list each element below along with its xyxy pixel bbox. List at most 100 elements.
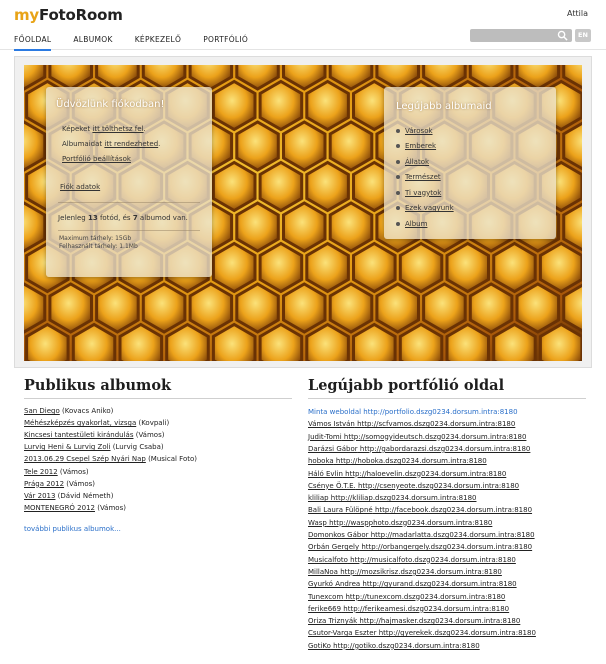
public-album-link[interactable]: San Diego [24, 407, 60, 415]
portfolio-name-link[interactable]: Darázsi Gábor [308, 445, 358, 453]
bullet-icon [396, 175, 400, 180]
more-public-albums-link[interactable]: további publikus albumok... [24, 525, 121, 533]
portfolio-url-link[interactable]: http://orbangergely.dszg0234.dorsum.intr… [359, 543, 532, 551]
album-item[interactable]: Ezek vagyunk [396, 201, 454, 217]
organize-link[interactable]: itt rendezheted [104, 140, 158, 148]
portfolio-url-link[interactable]: http://kliliap.dszg0234.dorsum.intra:818… [329, 494, 477, 502]
upload-link[interactable]: itt tölthetsz fel [92, 125, 143, 133]
portfolio-name-link[interactable]: ferike669 [308, 605, 341, 613]
honeycomb-cell [282, 120, 327, 172]
album-link[interactable]: Album [405, 220, 427, 228]
album-link[interactable]: Állatok [405, 158, 429, 166]
username[interactable]: Attila [567, 9, 588, 18]
portfolio-name-link[interactable]: Oriza Triznyák [308, 617, 357, 625]
portfolio-name-link[interactable]: hoboka [308, 457, 334, 465]
portfolio-name-link[interactable]: GotiKo [308, 642, 331, 650]
nav-home[interactable]: FŐOLDAL [14, 35, 52, 51]
account-link[interactable]: Fiók adatok [60, 183, 100, 191]
latest-albums-panel: Legújabb albumaid Városok Emberek Állato… [384, 87, 556, 239]
album-item[interactable]: Emberek [396, 139, 454, 155]
portfolio-url-link[interactable]: http://scfvamos.dszg0234.dorsum.intra:81… [355, 420, 515, 428]
portfolio-name-link[interactable]: Tunexcom [308, 593, 343, 601]
honeycomb-cell [24, 120, 47, 172]
portfolio-name-link[interactable]: kliliap [308, 494, 329, 502]
portfolio-url-link[interactable]: http://somogyideutsch.dszg0234.dorsum.in… [342, 433, 527, 441]
portfolio-name-link[interactable]: Orbán Gergely [308, 543, 359, 551]
portfolio-name-link[interactable]: Vámos István [308, 420, 355, 428]
public-album-link[interactable]: Vár 2013 [24, 492, 55, 500]
album-link[interactable]: Emberek [405, 142, 436, 150]
portfolio-row: Judit-Tomi http://somogyideutsch.dszg023… [308, 431, 526, 444]
portfolio-name-link[interactable]: Domonkos Gábor [308, 531, 369, 539]
portfolio-name-link[interactable]: Gyurkó Andrea [308, 580, 360, 588]
album-item[interactable]: Városok [396, 123, 454, 139]
portfolio-url-link[interactable]: http://haloevelin.dszg0234.dorsum.intra:… [343, 470, 506, 478]
album-item[interactable]: Album [396, 216, 454, 232]
portfolio-url-link[interactable]: http://hoboka.dszg0234.dorsum.intra:8180 [334, 457, 487, 465]
portfolio-url-link[interactable]: http://ferikeamesi.dszg0234.dorsum.intra… [341, 605, 509, 613]
honeycomb-cell [118, 322, 164, 361]
public-album-link[interactable]: Méhészképzés gyakorlat, vizsga [24, 419, 136, 427]
honeycomb-cell [398, 241, 444, 294]
portfolio-url-link[interactable]: http://hajmasker.dszg0234.dorsum.intra:8… [357, 617, 520, 625]
public-album-link[interactable]: 2013.06.29 Csepel Szép Nyári Nap [24, 455, 146, 463]
album-link[interactable]: Ti vagytok [405, 189, 441, 197]
honeycomb-cell [258, 241, 304, 294]
portfolio-url-link[interactable]: http://tunexcom.dszg0234.dorsum.intra:81… [343, 593, 505, 601]
public-albums-title: Publikus albumok [24, 377, 172, 394]
max-storage: Maximum tárhely: 15Gb [59, 235, 132, 242]
portfolio-url-link[interactable]: http://madarlatta.dszg0234.dorsum.intra:… [369, 531, 535, 539]
portfolio-name-link[interactable]: Csutor-Varga Eszter [308, 629, 376, 637]
public-album-link[interactable]: Lurvig Heni & Lurvig Zoli [24, 443, 111, 451]
portfolio-settings-link[interactable]: Portfólió beállítások [62, 155, 131, 163]
portfolio-url-link[interactable]: http://gabordarazsi.dszg0234.dorsum.intr… [358, 445, 531, 453]
portfolio-name-link[interactable]: Csénye Ö.T.E. [308, 482, 356, 490]
public-album-link[interactable]: Kincsesi tantestületi kirándulás [24, 431, 133, 439]
album-item[interactable]: Ti vagytok [396, 185, 454, 201]
public-album-owner: (Kovpali) [136, 419, 170, 428]
top-header: myFotoRoom Attila FŐOLDAL ALBUMOK KÉPKEZ… [0, 0, 606, 51]
portfolio-settings-line: Portfólió beállítások [62, 155, 131, 163]
honeycomb-cell [445, 322, 490, 361]
section-divider [24, 398, 292, 399]
nav-image-manager[interactable]: KÉPKEZELŐ [135, 35, 182, 51]
search-input[interactable] [470, 29, 572, 42]
honeycomb-cell [282, 282, 327, 334]
latest-albums-list: Városok Emberek Állatok Természet Ti vag… [396, 123, 454, 232]
portfolio-url-link[interactable]: http://facebook.dszg0234.dorsum.intra:81… [373, 506, 532, 514]
portfolio-name-link[interactable]: Musicalfoto [308, 556, 348, 564]
album-item[interactable]: Állatok [396, 154, 454, 170]
portfolio-url-link[interactable]: http://gyurand.dszg0234.dorsum.intra:818… [360, 580, 516, 588]
bullet-icon [396, 190, 400, 195]
portfolio-name-link[interactable]: Judit-Tomi [308, 433, 342, 441]
album-item[interactable]: Természet [396, 170, 454, 186]
portfolio-url-link[interactable]: http://portfolio.dszg0234.dorsum.intra:8… [361, 408, 517, 416]
portfolio-name-link[interactable]: Háló Evlin [308, 470, 343, 478]
album-link[interactable]: Természet [405, 173, 441, 181]
portfolio-row: Domonkos Gábor http://madarlatta.dszg023… [308, 529, 535, 542]
nav-albums[interactable]: ALBUMOK [73, 35, 112, 51]
honeycomb-cell [328, 201, 374, 253]
portfolio-url-link[interactable]: http://mozsikrisz.dszg0234.dorsum.intra:… [338, 568, 502, 576]
portfolio-url-link[interactable]: http://csenyeote.dszg0234.dorsum.intra:8… [356, 482, 519, 490]
album-link[interactable]: Városok [405, 127, 433, 135]
portfolio-url-link[interactable]: http://waspphoto.dszg0234.dorsum.intra:8… [327, 519, 492, 527]
public-album-link[interactable]: Tele 2012 [24, 468, 58, 476]
portfolio-url-link[interactable]: http://gotiko.dszg0234.dorsum.intra:8180 [331, 642, 480, 650]
nav-portfolio[interactable]: PORTFÓLIÓ [203, 35, 248, 51]
language-button[interactable]: EN [575, 29, 591, 42]
public-album-owner: (Vámos) [57, 467, 89, 476]
search-icon[interactable] [557, 30, 568, 41]
portfolio-name-link[interactable]: Minta weboldal [308, 408, 361, 416]
album-link[interactable]: Ezek vagyunk [405, 204, 454, 212]
public-album-link[interactable]: MONTENEGRÓ 2012 [24, 504, 95, 512]
public-album-link[interactable]: Prága 2012 [24, 480, 64, 488]
portfolio-url-link[interactable]: http://gyerekek.dszg0234.dorsum.intra:81… [376, 629, 536, 637]
organize-line: Albumaidat itt rendezheted. [62, 140, 160, 148]
portfolio-row: Bali Laura Fülöpné http://facebook.dszg0… [308, 504, 532, 517]
portfolio-name-link[interactable]: Bali Laura Fülöpné [308, 506, 373, 514]
logo[interactable]: myFotoRoom [14, 6, 123, 24]
portfolio-name-link[interactable]: MillaNoa [308, 568, 338, 576]
portfolio-name-link[interactable]: Wasp [308, 519, 327, 527]
portfolio-url-link[interactable]: http://musicalfoto.dszg0234.dorsum.intra… [348, 556, 516, 564]
